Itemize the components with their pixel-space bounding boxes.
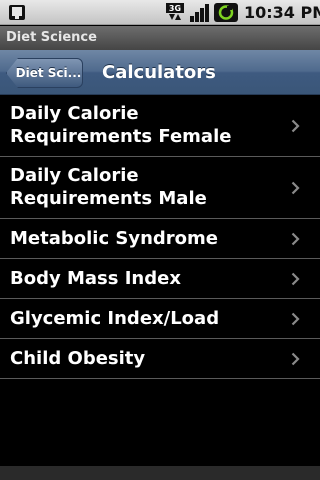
list-item-label: Child Obesity — [10, 348, 146, 369]
list-item-daily-calorie-female[interactable]: Daily Calorie Requirements Female — [0, 95, 320, 157]
app-title-bar: Diet Science — [0, 26, 320, 50]
status-time: 10:34 PM — [244, 3, 320, 22]
page-title: Calculators — [102, 62, 216, 83]
app-title: Diet Science — [6, 30, 97, 45]
chevron-right-icon — [291, 181, 300, 195]
notification-icon — [9, 5, 25, 20]
calculator-list: Daily Calorie Requirements Female Daily … — [0, 95, 320, 379]
battery-icon — [214, 3, 238, 22]
signal-icon — [190, 4, 209, 22]
list-item-glycemic-index[interactable]: Glycemic Index/Load — [0, 299, 320, 339]
status-bar: 3G 10:34 PM — [0, 0, 320, 25]
bottom-strip — [0, 466, 320, 480]
svg-text:3G: 3G — [169, 4, 181, 13]
chevron-right-icon — [291, 312, 300, 326]
list-item-label: Daily Calorie Requirements Female — [10, 103, 232, 147]
chevron-right-icon — [291, 272, 300, 286]
list-item-child-obesity[interactable]: Child Obesity — [0, 339, 320, 379]
list-item-metabolic-syndrome[interactable]: Metabolic Syndrome — [0, 219, 320, 259]
list-item-label: Daily Calorie Requirements Male — [10, 165, 207, 209]
list-item-daily-calorie-male[interactable]: Daily Calorie Requirements Male — [0, 157, 320, 219]
back-button[interactable]: Diet Sci... — [6, 58, 83, 88]
chevron-right-icon — [291, 119, 300, 133]
nav-bar: Diet Sci... Calculators — [0, 50, 320, 95]
list-item-body-mass-index[interactable]: Body Mass Index — [0, 259, 320, 299]
chevron-right-icon — [291, 352, 300, 366]
3g-icon: 3G — [166, 3, 184, 20]
chevron-right-icon — [291, 232, 300, 246]
list-item-label: Metabolic Syndrome — [10, 228, 219, 249]
list-item-label: Glycemic Index/Load — [10, 308, 220, 329]
list-item-label: Body Mass Index — [10, 268, 181, 289]
